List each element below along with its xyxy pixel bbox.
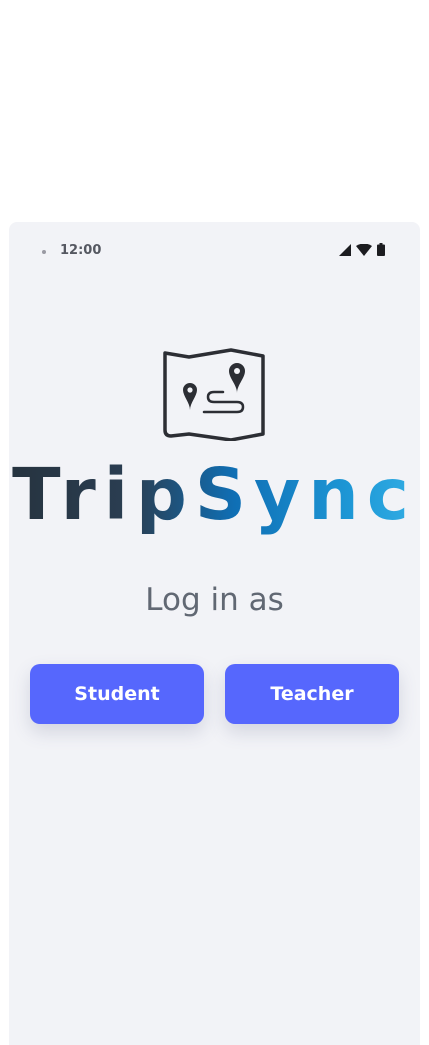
notification-dot-icon (42, 250, 46, 254)
status-bar: 12:00 (9, 222, 420, 280)
phone-screen: 12:00 TripSync Log in as Student Teacher (9, 222, 420, 1045)
status-icons (339, 243, 385, 256)
wifi-icon (356, 243, 372, 256)
signal-icon (339, 243, 351, 256)
status-time: 12:00 (60, 243, 102, 258)
app-title: TripSync (9, 450, 420, 540)
login-prompt: Log in as (145, 582, 284, 618)
map-route-icon (163, 348, 268, 442)
student-login-button[interactable]: Student (30, 664, 204, 724)
battery-icon (377, 243, 385, 256)
teacher-login-button[interactable]: Teacher (225, 664, 399, 724)
